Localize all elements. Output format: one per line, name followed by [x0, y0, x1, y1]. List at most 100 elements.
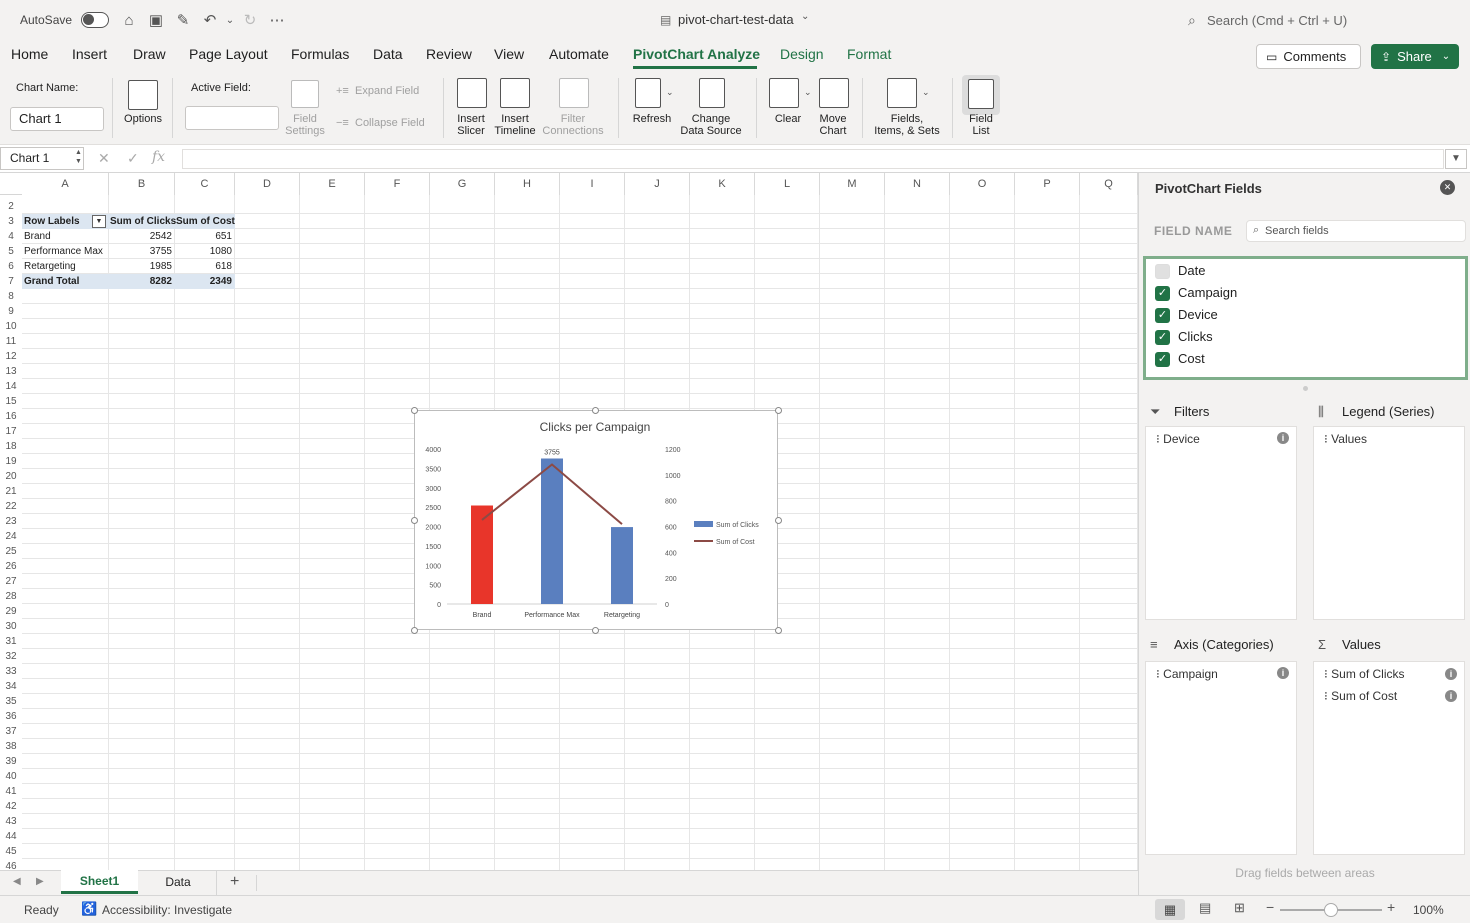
field-item[interactable]: ✓ Device	[1155, 305, 1218, 325]
zoom-level[interactable]: 100%	[1413, 903, 1444, 917]
tab-pivotchart-analyze[interactable]: PivotChart Analyze	[633, 46, 760, 62]
checkbox-icon[interactable]: ✓	[1155, 285, 1170, 301]
resize-handle[interactable]	[411, 407, 418, 414]
info-icon[interactable]: i	[1277, 432, 1289, 444]
page-break-view-icon[interactable]: ⊞	[1234, 900, 1245, 916]
insert-timeline-button[interactable]: Insert Timeline	[490, 113, 540, 137]
row-header[interactable]: 43	[0, 814, 22, 829]
tab-home[interactable]: Home	[11, 46, 48, 62]
row-header[interactable]: 25	[0, 544, 22, 559]
fields-items-dropdown-icon[interactable]: ⌄	[922, 87, 930, 98]
axis-area[interactable]: ⁝ Campaign i	[1145, 661, 1297, 855]
undo-dropdown-icon[interactable]: ⌄	[220, 10, 240, 30]
formula-input[interactable]	[182, 149, 1444, 169]
pivot-row-clicks[interactable]: 3755	[110, 244, 172, 259]
splitter-handle[interactable]	[1303, 386, 1308, 391]
collapse-field-button[interactable]: Collapse Field	[355, 117, 425, 129]
pivot-row-cost[interactable]: 651	[176, 229, 232, 244]
row-header[interactable]: 33	[0, 664, 22, 679]
field-item[interactable]: ✓ Campaign	[1155, 283, 1237, 303]
add-sheet-icon[interactable]: +	[230, 873, 239, 891]
info-icon[interactable]: i	[1445, 668, 1457, 680]
change-data-source-button[interactable]: Change Data Source	[676, 113, 746, 137]
row-header[interactable]: 32	[0, 649, 22, 664]
row-header[interactable]: 20	[0, 469, 22, 484]
legend-item[interactable]: ⁝ Values	[1324, 432, 1367, 446]
enter-icon[interactable]: ✓	[127, 150, 139, 167]
row-header[interactable]: 11	[0, 334, 22, 349]
function-icon[interactable]: fx	[152, 149, 165, 165]
row-header[interactable]: 4	[0, 229, 22, 244]
column-header[interactable]: G	[430, 173, 495, 195]
tab-design[interactable]: Design	[780, 46, 824, 62]
close-icon[interactable]: ✕	[1440, 180, 1455, 195]
column-header[interactable]: H	[495, 173, 560, 195]
checkbox-icon[interactable]	[1155, 263, 1170, 279]
sheet-tab-sheet1[interactable]: Sheet1	[61, 870, 138, 894]
checkbox-icon[interactable]: ✓	[1155, 307, 1170, 323]
tab-automate[interactable]: Automate	[549, 46, 609, 62]
cancel-icon[interactable]: ✕	[98, 150, 110, 167]
page-layout-view-icon[interactable]: ▤	[1199, 900, 1211, 916]
name-box-spinner-icon[interactable]: ▲ ▼	[75, 148, 82, 166]
zoom-out-icon[interactable]: −	[1266, 899, 1274, 915]
pivot-row-clicks[interactable]: 1985	[110, 259, 172, 274]
row-header[interactable]: 44	[0, 829, 22, 844]
row-header[interactable]: 18	[0, 439, 22, 454]
zoom-slider-thumb[interactable]	[1324, 903, 1338, 917]
row-header[interactable]: 38	[0, 739, 22, 754]
pivot-header-cost[interactable]: Sum of Cost	[176, 214, 235, 229]
row-header[interactable]: 26	[0, 559, 22, 574]
column-header[interactable]: L	[755, 173, 820, 195]
worksheet[interactable]: ABCDEFGHIJKLMNOPQ 2 3 4 5 6 7 8 9 10 11 12 13 14 15 16…	[0, 173, 1138, 870]
row-header[interactable]: 17	[0, 424, 22, 439]
tab-formulas[interactable]: Formulas	[291, 46, 349, 62]
column-header[interactable]: A	[22, 173, 109, 195]
tab-format[interactable]: Format	[847, 46, 891, 62]
resize-handle[interactable]	[775, 517, 782, 524]
resize-handle[interactable]	[592, 627, 599, 634]
row-header[interactable]: 6	[0, 259, 22, 274]
axis-item[interactable]: ⁝ Campaign	[1156, 667, 1218, 681]
home-icon[interactable]: ⌂	[119, 10, 139, 30]
search-input[interactable]: Search (Cmd + Ctrl + U)	[1207, 13, 1347, 28]
scroll-left-icon[interactable]: ◀	[13, 876, 21, 887]
field-settings-button[interactable]: Field Settings	[280, 113, 330, 137]
options-button[interactable]: Options	[118, 113, 168, 125]
row-header[interactable]: 7	[0, 274, 22, 289]
refresh-dropdown-icon[interactable]: ⌄	[666, 87, 674, 98]
pivot-header-clicks[interactable]: Sum of Clicks	[110, 214, 176, 229]
normal-view-icon[interactable]: ▦	[1155, 899, 1185, 920]
filters-area[interactable]: ⁝ Device i	[1145, 426, 1297, 620]
field-item[interactable]: ✓ Cost	[1155, 349, 1205, 369]
zoom-in-icon[interactable]: +	[1387, 899, 1395, 915]
field-list-button[interactable]: Field List	[961, 113, 1001, 137]
row-header[interactable]: 45	[0, 844, 22, 859]
pivot-row-label[interactable]: Brand	[24, 229, 51, 244]
accessibility-status[interactable]: Accessibility: Investigate	[102, 903, 232, 917]
row-header[interactable]: 27	[0, 574, 22, 589]
info-icon[interactable]: i	[1277, 667, 1289, 679]
column-header[interactable]: P	[1015, 173, 1080, 195]
row-header[interactable]: 29	[0, 604, 22, 619]
tab-draw[interactable]: Draw	[133, 46, 166, 62]
fields-items-sets-button[interactable]: Fields, Items, & Sets	[870, 113, 944, 137]
name-box[interactable]: Chart 1	[0, 147, 84, 170]
values-item[interactable]: ⁝ Sum of Clicks	[1324, 667, 1405, 681]
pivot-total-label[interactable]: Grand Total	[24, 274, 79, 289]
row-header[interactable]: 9	[0, 304, 22, 319]
file-name-chevron-icon[interactable]: ⌄	[801, 11, 809, 22]
pivot-row-clicks[interactable]: 2542	[110, 229, 172, 244]
row-header[interactable]: 13	[0, 364, 22, 379]
row-header[interactable]: 2	[0, 199, 22, 214]
column-header[interactable]: N	[885, 173, 950, 195]
row-header[interactable]: 3	[0, 214, 22, 229]
row-header[interactable]: 5	[0, 244, 22, 259]
row-header[interactable]: 34	[0, 679, 22, 694]
pivot-chart[interactable]: Clicks per Campaign 0 500 1000 1500 2000 2500 3…	[414, 410, 778, 630]
redo-icon[interactable]: ↻	[240, 10, 260, 30]
save-icon[interactable]: ▣	[146, 10, 166, 30]
column-header[interactable]: C	[175, 173, 235, 195]
resize-handle[interactable]	[775, 627, 782, 634]
tab-data[interactable]: Data	[373, 46, 403, 62]
